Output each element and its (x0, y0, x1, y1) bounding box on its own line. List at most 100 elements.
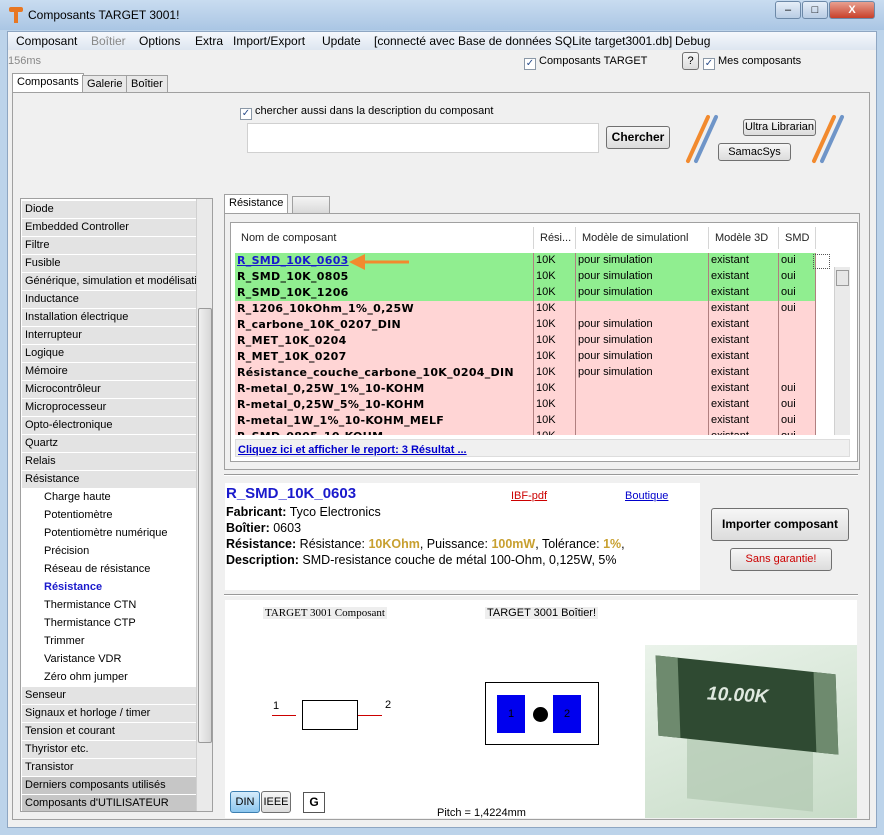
tab-galerie[interactable]: Galerie (82, 75, 128, 93)
col-header-name[interactable]: Nom de composant (235, 227, 534, 249)
table-row[interactable]: Résistance_couche_carbone_10K_0204_DIN 10… (235, 365, 816, 381)
sidebar-subcategory[interactable]: Varistance VDR (22, 651, 196, 669)
result-tab-empty[interactable] (292, 196, 330, 214)
3d-marking-text: 10.00K (706, 683, 769, 708)
samacsys-button[interactable]: SamacSys (718, 143, 791, 161)
sidebar-category[interactable]: Tension et courant (22, 723, 196, 740)
import-component-button[interactable]: Importer composant (711, 508, 849, 541)
table-row[interactable]: R_MET_10K_0207 10K pour simulation existant (235, 349, 816, 365)
sidebar-subcategory[interactable]: Thermistance CTN (22, 597, 196, 615)
result-tab-resistance[interactable]: Résistance (224, 194, 289, 214)
cell-m3d: existant (709, 269, 779, 285)
target-components-checkbox[interactable]: ✓ Composants TARGET (524, 55, 647, 70)
sidebar-category[interactable]: Mémoire (22, 363, 196, 380)
cell-sim: pour simulation (576, 253, 709, 269)
table-row[interactable]: R_SMD_10K_0805 10K pour simulation existant… (235, 269, 816, 285)
my-components-checkbox[interactable]: ✓ Mes composants (703, 55, 801, 70)
table-row[interactable]: R-metal_1W_1%_10-KOHM_MELF 10K existant oui (235, 413, 816, 429)
search-description-checkbox[interactable]: ✓ chercher aussi dans la description du c… (240, 105, 493, 120)
no-warranty-button[interactable]: Sans garantie! (730, 548, 832, 571)
ibf-pdf-link[interactable]: IBF-pdf (511, 490, 547, 502)
table-row[interactable]: R_1206_10kOhm_1%_0,25W 10K existant oui (235, 301, 816, 317)
cell-smd (779, 349, 816, 365)
sidebar-category[interactable]: Opto-électronique (22, 417, 196, 434)
sidebar-category[interactable]: Interrupteur (22, 327, 196, 344)
splitter[interactable] (224, 594, 858, 596)
cell-sim (576, 413, 709, 429)
table-row[interactable]: R_SMD_0805_10-KOHM10K existantoui (235, 429, 816, 435)
results-scrollbar[interactable] (834, 267, 850, 435)
table-row[interactable]: R_SMD_10K_0603 10K pour simulation existant… (235, 253, 816, 269)
cell-name: R_MET_10K_0207 (235, 349, 534, 365)
sidebar-category[interactable]: Relais (22, 453, 196, 470)
sidebar-subcategory[interactable]: Potentiomètre numérique (22, 525, 196, 543)
sidebar-category[interactable]: Logique (22, 345, 196, 362)
search-input[interactable] (247, 123, 599, 153)
table-row[interactable]: R_MET_10K_0204 10K pour simulation existant (235, 333, 816, 349)
sidebar-category[interactable]: Installation électrique (22, 309, 196, 326)
ultra-librarian-button[interactable]: Ultra Librarian (743, 119, 816, 136)
sidebar-category[interactable]: Filtre (22, 237, 196, 254)
search-description-label: chercher aussi dans la description du co… (255, 105, 494, 117)
sidebar-special-category[interactable]: Composants d'UTILISATEUR (22, 795, 196, 811)
search-button[interactable]: Chercher (606, 126, 670, 149)
minimize-button[interactable]: – (775, 1, 801, 19)
sidebar-subcategory[interactable]: Charge haute (22, 489, 196, 507)
table-row[interactable]: R-metal_0,25W_1%_10-KOHM 10K existant oui (235, 381, 816, 397)
col-header-resistance[interactable]: Rési... (534, 227, 576, 249)
sidebar-category[interactable]: Signaux et horloge / timer (22, 705, 196, 722)
menu-composant[interactable]: Composant (16, 34, 77, 48)
tab-composants[interactable]: Composants (12, 73, 84, 93)
ieee-button[interactable]: IEEE (261, 791, 291, 813)
sidebar-category[interactable]: Inductance (22, 291, 196, 308)
sidebar-category[interactable]: Fusible (22, 255, 196, 272)
splitter[interactable] (224, 474, 858, 476)
maximize-button[interactable]: □ (802, 1, 828, 19)
menu-debug[interactable]: Debug (675, 34, 710, 48)
cell-name: R-metal_0,25W_1%_10-KOHM (235, 381, 534, 397)
report-link[interactable]: Cliquez ici et afficher le report: 3 Rés… (235, 439, 850, 457)
sidebar-subcategory-selected[interactable]: Résistance (22, 579, 196, 597)
sidebar-subcategory[interactable]: Trimmer (22, 633, 196, 651)
din-button[interactable]: DIN (230, 791, 260, 813)
tab-boitier[interactable]: Boîtier (126, 75, 168, 93)
shop-link[interactable]: Boutique (625, 490, 668, 502)
3d-model-view[interactable]: 10.00K (645, 645, 857, 818)
sidebar-category[interactable]: Embedded Controller (22, 219, 196, 236)
sidebar-category[interactable]: Senseur (22, 687, 196, 704)
menu-boitier[interactable]: Boîtier (91, 34, 126, 48)
help-button[interactable]: ? (682, 52, 699, 70)
close-button[interactable]: X (829, 1, 875, 19)
col-header-simulation[interactable]: Modèle de simulationl (576, 227, 709, 249)
sidebar-category[interactable]: Microprocesseur (22, 399, 196, 416)
sidebar-category[interactable]: Diode (22, 201, 196, 218)
sidebar-subcategory[interactable]: Réseau de résistance (22, 561, 196, 579)
scrollbar-thumb[interactable] (836, 270, 849, 286)
sidebar-subcategory[interactable]: Potentiomètre (22, 507, 196, 525)
check-icon: ✓ (703, 58, 715, 70)
sidebar-subcategory[interactable]: Précision (22, 543, 196, 561)
menu-extra[interactable]: Extra (195, 34, 223, 48)
sidebar-category[interactable]: Quartz (22, 435, 196, 452)
package-label: Boîtier: (226, 521, 270, 535)
scrollbar-thumb[interactable] (198, 308, 212, 743)
sidebar-subcategory[interactable]: Zéro ohm jumper (22, 669, 196, 687)
category-scrollbar[interactable] (196, 199, 212, 811)
sidebar-category[interactable]: Générique, simulation et modélisation (22, 273, 196, 290)
menu-update[interactable]: Update (322, 34, 361, 48)
sidebar-category[interactable]: Transistor (22, 759, 196, 776)
col-header-smd[interactable]: SMD (779, 227, 816, 249)
col-header-3d-model[interactable]: Modèle 3D (709, 227, 779, 249)
report-link-text[interactable]: Cliquez ici et afficher le report: 3 Rés… (238, 444, 467, 456)
sidebar-subcategory[interactable]: Thermistance CTP (22, 615, 196, 633)
sidebar-special-category[interactable]: Derniers composants utilisés (22, 777, 196, 794)
menu-import-export[interactable]: Import/Export (233, 34, 305, 48)
table-row[interactable]: R_carbone_10K_0207_DIN 10K pour simulation… (235, 317, 816, 333)
sidebar-category[interactable]: Résistance (22, 471, 196, 488)
grid-toggle-button[interactable]: G (303, 792, 325, 813)
menu-options[interactable]: Options (139, 34, 180, 48)
sidebar-category[interactable]: Thyristor etc. (22, 741, 196, 758)
table-row[interactable]: R_SMD_10K_1206 10K pour simulation existant… (235, 285, 816, 301)
sidebar-category[interactable]: Microcontrôleur (22, 381, 196, 398)
table-row[interactable]: R-metal_0,25W_5%_10-KOHM 10K existant oui (235, 397, 816, 413)
